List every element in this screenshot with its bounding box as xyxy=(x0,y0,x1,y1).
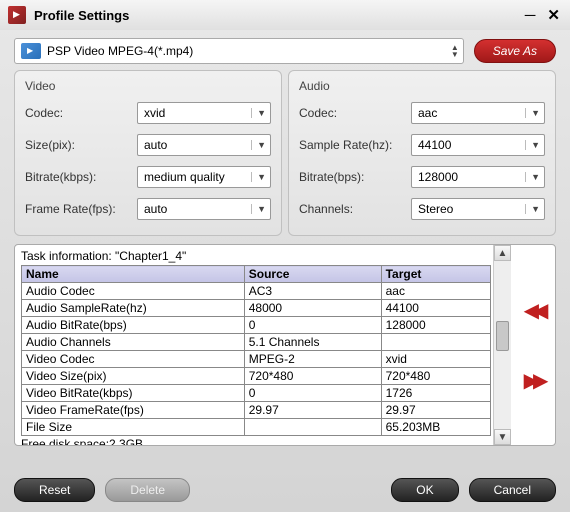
prev-chapter-icon[interactable]: ◀◀ xyxy=(524,298,543,323)
cell-source: 0 xyxy=(244,385,381,402)
table-row[interactable]: Audio CodecAC3aac xyxy=(22,283,491,300)
cell-target: 128000 xyxy=(381,317,490,334)
scroll-down-icon[interactable]: ▼ xyxy=(494,429,511,445)
table-row[interactable]: File Size 65.203MB xyxy=(22,419,491,436)
cell-source: 48000 xyxy=(244,300,381,317)
video-fps-dropdown[interactable]: auto▼ xyxy=(137,198,271,220)
cell-name: Video FrameRate(fps) xyxy=(22,402,245,419)
vertical-scrollbar[interactable]: ▲ ▼ xyxy=(493,245,511,445)
video-panel: Video Codec: xvid▼ Size(pix): auto▼ Bitr… xyxy=(14,70,282,236)
video-fps-label: Frame Rate(fps): xyxy=(25,202,137,216)
cell-target: xvid xyxy=(381,351,490,368)
cell-source: 29.97 xyxy=(244,402,381,419)
next-chapter-icon[interactable]: ▶▶ xyxy=(524,368,543,393)
scroll-up-icon[interactable]: ▲ xyxy=(494,245,511,261)
cell-name: Audio Channels xyxy=(22,334,245,351)
close-button[interactable]: ✕ xyxy=(547,6,560,24)
cell-name: Video Codec xyxy=(22,351,245,368)
video-bitrate-dropdown[interactable]: medium quality▼ xyxy=(137,166,271,188)
video-size-label: Size(pix): xyxy=(25,138,137,152)
free-disk-label: Free disk space:2.3GB xyxy=(21,437,491,445)
ok-button[interactable]: OK xyxy=(391,478,458,502)
spinner-icon[interactable]: ▲▼ xyxy=(451,44,459,58)
task-info-header: Task information: "Chapter1_4" xyxy=(21,249,491,263)
delete-button[interactable]: Delete xyxy=(105,478,190,502)
cell-name: File Size xyxy=(22,419,245,436)
table-row[interactable]: Video CodecMPEG-2xvid xyxy=(22,351,491,368)
cell-source: 0 xyxy=(244,317,381,334)
profile-settings-window: Profile Settings ─ ✕ PSP Video MPEG-4(*.… xyxy=(0,0,570,512)
cell-name: Video Size(pix) xyxy=(22,368,245,385)
video-panel-title: Video xyxy=(25,79,271,93)
col-name[interactable]: Name xyxy=(22,266,245,283)
minimize-button[interactable]: ─ xyxy=(525,7,536,24)
chevron-down-icon: ▼ xyxy=(525,108,540,118)
audio-sr-label: Sample Rate(hz): xyxy=(299,138,411,152)
scroll-thumb[interactable] xyxy=(496,321,509,351)
profile-icon xyxy=(21,43,41,59)
save-as-button[interactable]: Save As xyxy=(474,39,556,63)
audio-codec-dropdown[interactable]: aac▼ xyxy=(411,102,545,124)
cell-name: Audio BitRate(bps) xyxy=(22,317,245,334)
task-table: Name Source Target Audio CodecAC3aacAudi… xyxy=(21,265,491,436)
toolbar: PSP Video MPEG-4(*.mp4) ▲▼ Save As xyxy=(0,30,570,70)
cell-target: 720*480 xyxy=(381,368,490,385)
chevron-down-icon: ▼ xyxy=(525,172,540,182)
cell-source: 720*480 xyxy=(244,368,381,385)
audio-panel: Audio Codec: aac▼ Sample Rate(hz): 44100… xyxy=(288,70,556,236)
video-codec-dropdown[interactable]: xvid▼ xyxy=(137,102,271,124)
profile-selector[interactable]: PSP Video MPEG-4(*.mp4) ▲▼ xyxy=(14,38,464,64)
app-icon xyxy=(8,6,26,24)
cell-target: 44100 xyxy=(381,300,490,317)
video-bitrate-label: Bitrate(kbps): xyxy=(25,170,137,184)
chevron-down-icon: ▼ xyxy=(525,204,540,214)
video-size-dropdown[interactable]: auto▼ xyxy=(137,134,271,156)
chevron-down-icon: ▼ xyxy=(251,140,266,150)
col-target[interactable]: Target xyxy=(381,266,490,283)
audio-channels-dropdown[interactable]: Stereo▼ xyxy=(411,198,545,220)
cell-target: 65.203MB xyxy=(381,419,490,436)
cell-name: Audio SampleRate(hz) xyxy=(22,300,245,317)
cell-source xyxy=(244,419,381,436)
task-info-section: Task information: "Chapter1_4" Name Sour… xyxy=(14,244,556,446)
cell-source: MPEG-2 xyxy=(244,351,381,368)
table-row[interactable]: Audio BitRate(bps)0128000 xyxy=(22,317,491,334)
bottom-bar: Reset Delete OK Cancel xyxy=(0,464,570,512)
cell-source: 5.1 Channels xyxy=(244,334,381,351)
cell-target: 1726 xyxy=(381,385,490,402)
cell-target: 29.97 xyxy=(381,402,490,419)
task-table-wrap: Task information: "Chapter1_4" Name Sour… xyxy=(15,245,493,445)
audio-bitrate-dropdown[interactable]: 128000▼ xyxy=(411,166,545,188)
chevron-down-icon: ▼ xyxy=(251,204,266,214)
audio-bitrate-label: Bitrate(bps): xyxy=(299,170,411,184)
table-row[interactable]: Audio Channels5.1 Channels xyxy=(22,334,491,351)
cell-target: aac xyxy=(381,283,490,300)
cell-source: AC3 xyxy=(244,283,381,300)
reset-button[interactable]: Reset xyxy=(14,478,95,502)
table-row[interactable]: Audio SampleRate(hz)4800044100 xyxy=(22,300,491,317)
chevron-down-icon: ▼ xyxy=(251,108,266,118)
cancel-button[interactable]: Cancel xyxy=(469,478,556,502)
table-row[interactable]: Video BitRate(kbps)01726 xyxy=(22,385,491,402)
titlebar: Profile Settings ─ ✕ xyxy=(0,0,570,30)
cell-name: Video BitRate(kbps) xyxy=(22,385,245,402)
window-title: Profile Settings xyxy=(34,8,513,23)
settings-panels: Video Codec: xvid▼ Size(pix): auto▼ Bitr… xyxy=(0,70,570,236)
video-codec-label: Codec: xyxy=(25,106,137,120)
profile-name: PSP Video MPEG-4(*.mp4) xyxy=(47,44,451,58)
table-row[interactable]: Video Size(pix)720*480720*480 xyxy=(22,368,491,385)
col-source[interactable]: Source xyxy=(244,266,381,283)
cell-name: Audio Codec xyxy=(22,283,245,300)
audio-channels-label: Channels: xyxy=(299,202,411,216)
chevron-down-icon: ▼ xyxy=(251,172,266,182)
cell-target xyxy=(381,334,490,351)
nav-arrows: ◀◀ ▶▶ xyxy=(511,245,555,445)
audio-sr-dropdown[interactable]: 44100▼ xyxy=(411,134,545,156)
chevron-down-icon: ▼ xyxy=(525,140,540,150)
audio-panel-title: Audio xyxy=(299,79,545,93)
audio-codec-label: Codec: xyxy=(299,106,411,120)
table-row[interactable]: Video FrameRate(fps)29.9729.97 xyxy=(22,402,491,419)
